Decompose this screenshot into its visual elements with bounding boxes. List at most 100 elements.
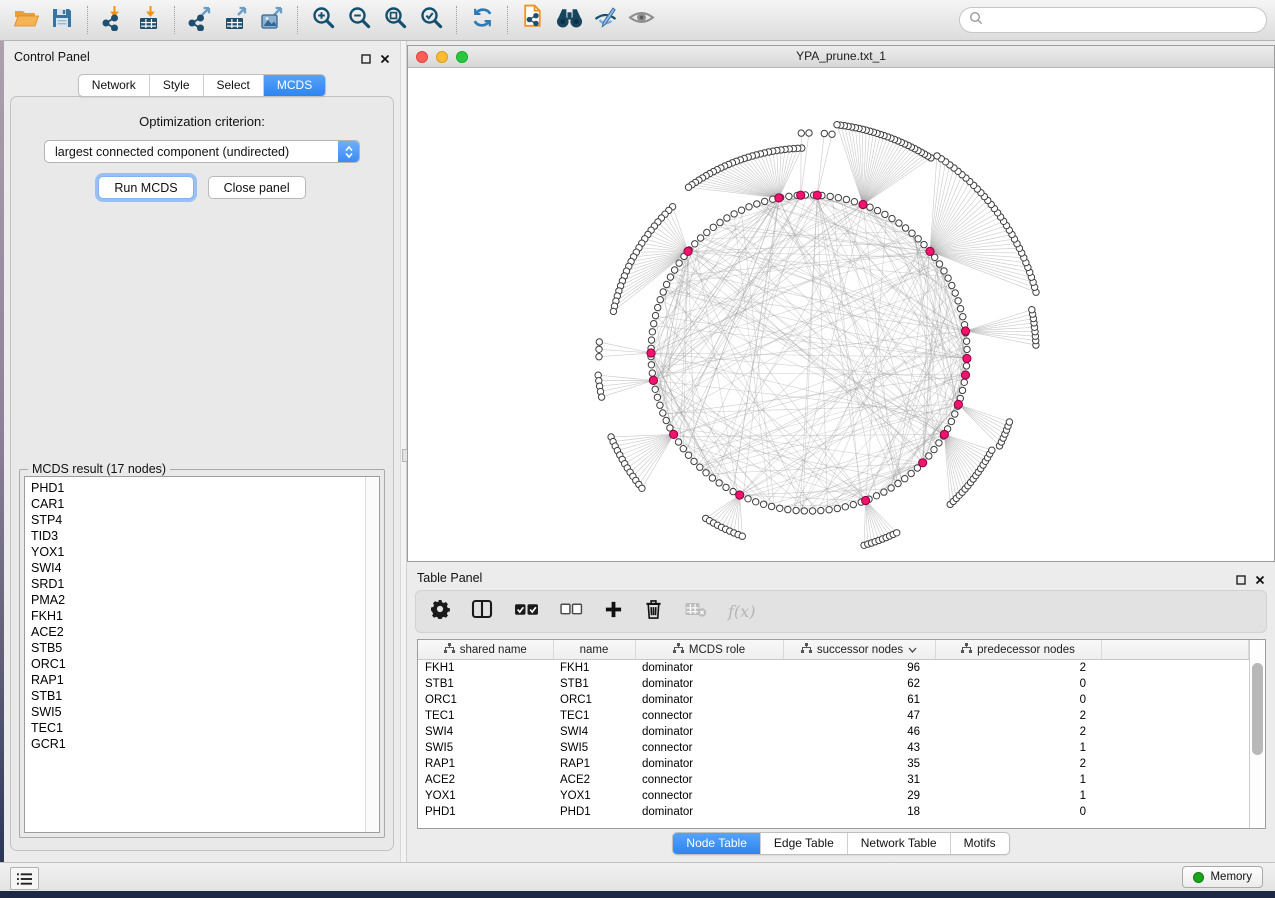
network-graph[interactable] (408, 68, 1274, 561)
window-minimize-icon[interactable] (436, 51, 448, 63)
import-network-from-file-button[interactable] (95, 3, 131, 37)
table-row[interactable]: YOX1YOX1connector291 (418, 788, 1249, 804)
main-toolbar (0, 0, 1275, 41)
tab-network-table[interactable]: Network Table (848, 833, 951, 854)
column-header-successor-nodes[interactable]: successor nodes (783, 640, 935, 660)
zoom-fit-content-button[interactable] (377, 3, 413, 37)
mcds-result-item[interactable]: PHD1 (31, 480, 365, 496)
tab-edge-table[interactable]: Edge Table (761, 833, 848, 854)
zoom-in-button[interactable] (305, 3, 341, 37)
table-row[interactable]: RAP1RAP1dominator352 (418, 756, 1249, 772)
status-bar: Memory (0, 862, 1275, 891)
column-header-MCDS-role[interactable]: MCDS role (635, 640, 783, 660)
deselect-all-button[interactable] (560, 603, 583, 621)
mcds-result-item[interactable]: CAR1 (31, 496, 365, 512)
close-panel-button[interactable]: Close panel (208, 176, 306, 199)
search-box (959, 7, 1267, 33)
column-header-name[interactable]: name (553, 640, 635, 660)
column-header-shared-name[interactable]: shared name (418, 640, 553, 660)
mcds-result-item[interactable]: TID3 (31, 528, 365, 544)
run-mcds-button[interactable]: Run MCDS (98, 176, 193, 199)
tab-mcds[interactable]: MCDS (264, 75, 325, 96)
tab-node-table[interactable]: Node Table (673, 833, 761, 854)
mcds-result-group: MCDS result (17 nodes) PHD1CAR1STP4TID3Y… (19, 469, 385, 838)
mcds-result-item[interactable]: YOX1 (31, 544, 365, 560)
mcds-result-item[interactable]: SRD1 (31, 576, 365, 592)
mcds-result-item[interactable]: FKH1 (31, 608, 365, 624)
window-zoom-icon[interactable] (456, 51, 468, 63)
export-image-icon (259, 5, 285, 36)
mcds-result-item[interactable]: ACE2 (31, 624, 365, 640)
optimization-criterion-select[interactable]: largest connected component (undirected) (44, 140, 360, 163)
panel-divider[interactable] (400, 41, 407, 862)
zoom-fit-content-icon (383, 5, 408, 35)
mcds-result-item[interactable]: TEC1 (31, 720, 365, 736)
close-panel-icon[interactable] (380, 51, 390, 69)
mcds-result-item[interactable]: ORC1 (31, 656, 365, 672)
export-image-button[interactable] (254, 3, 290, 37)
float-panel-icon[interactable] (361, 51, 371, 69)
mcds-result-item[interactable]: STB1 (31, 688, 365, 704)
delete-columns-button[interactable] (644, 598, 663, 625)
import-table-from-file-button[interactable] (131, 3, 167, 37)
table-tabs: Node TableEdge TableNetwork TableMotifs (672, 832, 1009, 855)
mcds-result-item[interactable]: RAP1 (31, 672, 365, 688)
show-columns-button[interactable] (471, 599, 493, 624)
column-header-predecessor-nodes[interactable]: predecessor nodes (935, 640, 1101, 660)
tab-motifs[interactable]: Motifs (951, 833, 1009, 854)
column-type-icon (961, 643, 972, 656)
float-table-panel-icon[interactable] (1236, 572, 1246, 590)
export-table-button[interactable] (218, 3, 254, 37)
search-input[interactable] (988, 12, 1257, 28)
mcds-result-item[interactable]: STP4 (31, 512, 365, 528)
show-graphics-details-button[interactable] (587, 3, 623, 37)
mcds-result-item[interactable]: SWI4 (31, 560, 365, 576)
table-row[interactable]: ACE2ACE2connector311 (418, 772, 1249, 788)
hide-graphics-details-button[interactable] (623, 3, 659, 37)
apply-preferred-layout-button[interactable] (464, 3, 500, 37)
create-column-button[interactable] (604, 600, 623, 624)
save-session-button[interactable] (44, 3, 80, 37)
zoom-out-button[interactable] (341, 3, 377, 37)
task-history-button[interactable] (10, 867, 39, 890)
table-row[interactable]: PHD1PHD1dominator180 (418, 804, 1249, 820)
desktop-edge-bottom (0, 891, 1275, 898)
node-table: shared namenameMCDS rolesuccessor nodesp… (417, 639, 1266, 829)
table-scrollbar[interactable] (1249, 640, 1265, 828)
open-file-button[interactable] (8, 3, 44, 37)
mcds-result-item[interactable]: GCR1 (31, 736, 365, 752)
mcds-result-item[interactable]: PMA2 (31, 592, 365, 608)
export-network-button[interactable] (182, 3, 218, 37)
table-row[interactable]: SWI5SWI5connector431 (418, 740, 1249, 756)
table-row[interactable]: SWI4SWI4dominator462 (418, 724, 1249, 740)
toolbar-separator (174, 6, 175, 34)
select-all-button[interactable] (514, 602, 539, 622)
zoom-selected-icon (419, 5, 444, 35)
close-table-panel-icon[interactable] (1255, 572, 1265, 590)
window-close-icon[interactable] (416, 51, 428, 63)
tab-network[interactable]: Network (79, 75, 150, 96)
delete-table-button (684, 600, 707, 623)
mcds-result-item[interactable]: SWI5 (31, 704, 365, 720)
table-row[interactable]: ORC1ORC1dominator610 (418, 692, 1249, 708)
mcds-list-scrollbar[interactable] (365, 477, 379, 832)
table-row[interactable]: FKH1FKH1dominator962 (418, 660, 1249, 677)
network-canvas[interactable] (408, 68, 1274, 561)
sort-desc-icon (908, 644, 917, 656)
tab-style[interactable]: Style (150, 75, 204, 96)
memory-button[interactable]: Memory (1182, 866, 1263, 888)
table-scrollbar-thumb[interactable] (1252, 663, 1263, 755)
table-options-button[interactable] (430, 599, 450, 624)
mcds-result-item[interactable]: STB5 (31, 640, 365, 656)
function-builder-icon: f(x) (728, 602, 755, 621)
show-graphics-details-icon (592, 6, 619, 35)
cytoscape-app: Control Panel NetworkStyleSelectMCDS Opt… (0, 0, 1275, 898)
find-button[interactable] (551, 3, 587, 37)
function-builder-button: f(x) (728, 602, 755, 621)
zoom-out-icon (347, 5, 372, 35)
new-network-from-selection-button[interactable] (515, 3, 551, 37)
tab-select[interactable]: Select (204, 75, 264, 96)
table-row[interactable]: STB1STB1dominator620 (418, 676, 1249, 692)
zoom-selected-button[interactable] (413, 3, 449, 37)
table-row[interactable]: TEC1TEC1connector472 (418, 708, 1249, 724)
